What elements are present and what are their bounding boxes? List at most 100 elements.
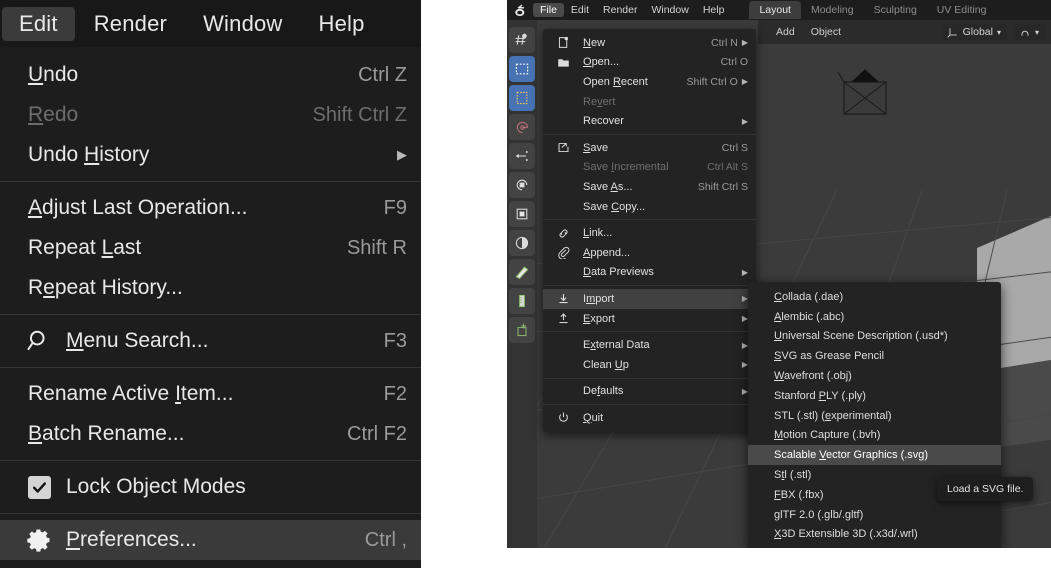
import-item-label: Universal Scene Description (.usd*) [774,330,948,343]
file-menu-item-defaults[interactable]: Defaults ▶ [543,382,756,402]
menu-item-shortcut: Shift Ctrl Z [312,103,407,126]
import-item-motion-capture-bvh[interactable]: Motion Capture (.bvh) [748,426,1001,446]
menu-item-adjust-last-operation[interactable]: Adjust Last Operation... F9 [0,188,421,228]
menu-item-preferences[interactable]: Preferences... Ctrl , [0,520,421,560]
ruler-tool-icon[interactable] [509,288,535,314]
menu-item-batch-rename[interactable]: Batch Rename... Ctrl F2 [0,414,421,454]
menu-item-repeat-history[interactable]: Repeat History... [0,268,421,308]
topbar-menu-edit[interactable]: Edit [564,3,596,18]
menu-separator [0,460,421,461]
import-item-svg-grease-pencil[interactable]: SVG as Grease Pencil [748,346,1001,366]
transform-orientation-value: Global [962,26,993,38]
add-cube-tool-icon[interactable] [509,317,535,343]
rotate-tool-icon[interactable] [509,143,535,169]
menu-item-undo[interactable]: Undo Ctrl Z [0,55,421,95]
file-menu-item-open-recent[interactable]: Open Recent Shift Ctrl O ▶ [543,72,756,92]
file-menu-shortcut: Shift Ctrl S [697,180,748,193]
menubar-item-window[interactable]: Window [186,7,299,41]
file-menu-item-link[interactable]: Link... [543,223,756,243]
file-menu-item-clean-up[interactable]: Clean Up ▶ [543,355,756,375]
menu-item-menu-search[interactable]: Menu Search... F3 [0,321,421,361]
import-item-usd[interactable]: Universal Scene Description (.usd*) [748,327,1001,347]
tab-modeling[interactable]: Modeling [801,1,864,19]
file-menu-separator [543,219,756,221]
menu-item-repeat-last[interactable]: Repeat Last Shift R [0,228,421,268]
tab-sculpting[interactable]: Sculpting [864,1,927,19]
file-menu-item-quit[interactable]: Quit [543,408,756,428]
file-menu-item-save-as[interactable]: Save As... Shift Ctrl S [543,177,756,197]
file-menu-shortcut: Ctrl O [720,56,748,69]
cursor-tool-icon[interactable] [509,85,535,111]
menu-item-rename-active-item[interactable]: Rename Active Item... F2 [0,374,421,414]
scale-tool-icon[interactable] [509,172,535,198]
submenu-arrow-icon: ▶ [741,267,748,277]
viewport-menu-add[interactable]: Add [768,24,803,40]
file-menu-label: Open... [583,56,620,69]
file-menu-label: Save Copy... [583,200,646,213]
file-menu-item-export[interactable]: Export ▶ [543,309,756,329]
select-box-tool-icon[interactable] [509,56,535,82]
menu-item-undo-history[interactable]: Undo History ▶ [0,135,421,175]
file-menu-label: Append... [583,246,631,259]
topbar-menu-help[interactable]: Help [696,3,732,18]
transform-tool-icon[interactable] [509,201,535,227]
import-arrow-icon [555,291,571,307]
import-item-gltf[interactable]: glTF 2.0 (.glb/.gltf) [748,505,1001,525]
import-item-x3d[interactable]: X3D Extensible 3D (.x3d/.wrl) [748,525,1001,545]
import-item-svg[interactable]: Scalable Vector Graphics (.svg) [748,445,1001,466]
file-menu-item-data-previews[interactable]: Data Previews ▶ [543,263,756,283]
file-menu-separator [543,404,756,406]
menubar-item-render[interactable]: Render [77,7,184,41]
checkbox-checked-icon[interactable] [24,472,54,502]
menu-item-label: Undo [28,63,79,86]
import-item-label: Stanford PLY (.ply) [774,389,866,402]
menu-item-label: Lock Object Modes [66,475,246,498]
file-menu-item-recover[interactable]: Recover ▶ [543,111,756,131]
menu-item-label: Batch Rename... [28,422,185,445]
annotate-tool-icon[interactable] [509,230,535,256]
menu-item-lock-object-modes[interactable]: Lock Object Modes [0,467,421,507]
open-folder-icon [555,54,571,70]
file-menu-item-save[interactable]: Save Ctrl S [543,138,756,158]
export-arrow-icon [555,311,571,327]
import-item-alembic[interactable]: Alembic (.abc) [748,307,1001,327]
workspace-tabs: Layout Modeling Sculpting UV Editing [749,1,996,19]
menu-item-label: Rename Active Item... [28,382,234,405]
import-item-label: Motion Capture (.bvh) [774,429,881,442]
transform-orientation-dropdown[interactable]: Global ▾ [940,24,1007,40]
file-menu-shortcut: Ctrl N [711,36,738,49]
import-item-label: Scalable Vector Graphics (.svg) [774,449,929,462]
move-tool-icon[interactable] [509,114,535,140]
topbar-menu-file[interactable]: File [533,2,564,18]
file-menu-label: Data Previews [583,266,654,279]
menu-item-shortcut: F9 [383,196,407,219]
measure-tool-icon[interactable] [509,259,535,285]
menubar-item-help[interactable]: Help [302,7,382,41]
left-menubar: Edit Render Window Help [0,0,421,47]
file-menu-item-append[interactable]: Append... [543,243,756,263]
file-menu-item-external-data[interactable]: External Data ▶ [543,335,756,355]
import-item-collada[interactable]: Collada (.dae) [748,287,1001,307]
viewport-menu-object[interactable]: Object [803,24,849,40]
file-menu-item-new[interactable]: New Ctrl N ▶ [543,33,756,53]
import-item-stl-experimental[interactable]: STL (.stl) (experimental) [748,406,1001,426]
topbar-menu-window[interactable]: Window [644,3,695,18]
tab-uv-editing[interactable]: UV Editing [927,1,997,19]
file-menu-item-save-copy[interactable]: Save Copy... [543,197,756,217]
file-menu-item-open[interactable]: Open... Ctrl O [543,53,756,73]
import-item-label: Collada (.dae) [774,290,844,303]
snap-dropdown[interactable]: ▾ [1012,24,1045,40]
import-item-wavefront-obj[interactable]: Wavefront (.obj) [748,366,1001,386]
chevron-down-icon: ▾ [1034,27,1039,37]
file-menu-item-import[interactable]: Import ▶ [543,289,756,309]
tweak-select-tool-icon[interactable] [509,27,535,53]
tab-layout[interactable]: Layout [749,1,801,19]
blender-topbar: File Edit Render Window Help Layout Mode… [507,0,1051,20]
gear-icon [24,525,54,555]
menu-item-label: Adjust Last Operation... [28,196,248,219]
file-menu-shortcut: Ctrl S [721,141,748,154]
blender-logo-icon [507,3,533,18]
import-item-stanford-ply[interactable]: Stanford PLY (.ply) [748,386,1001,406]
menubar-item-edit[interactable]: Edit [2,6,75,41]
topbar-menu-render[interactable]: Render [596,3,644,18]
